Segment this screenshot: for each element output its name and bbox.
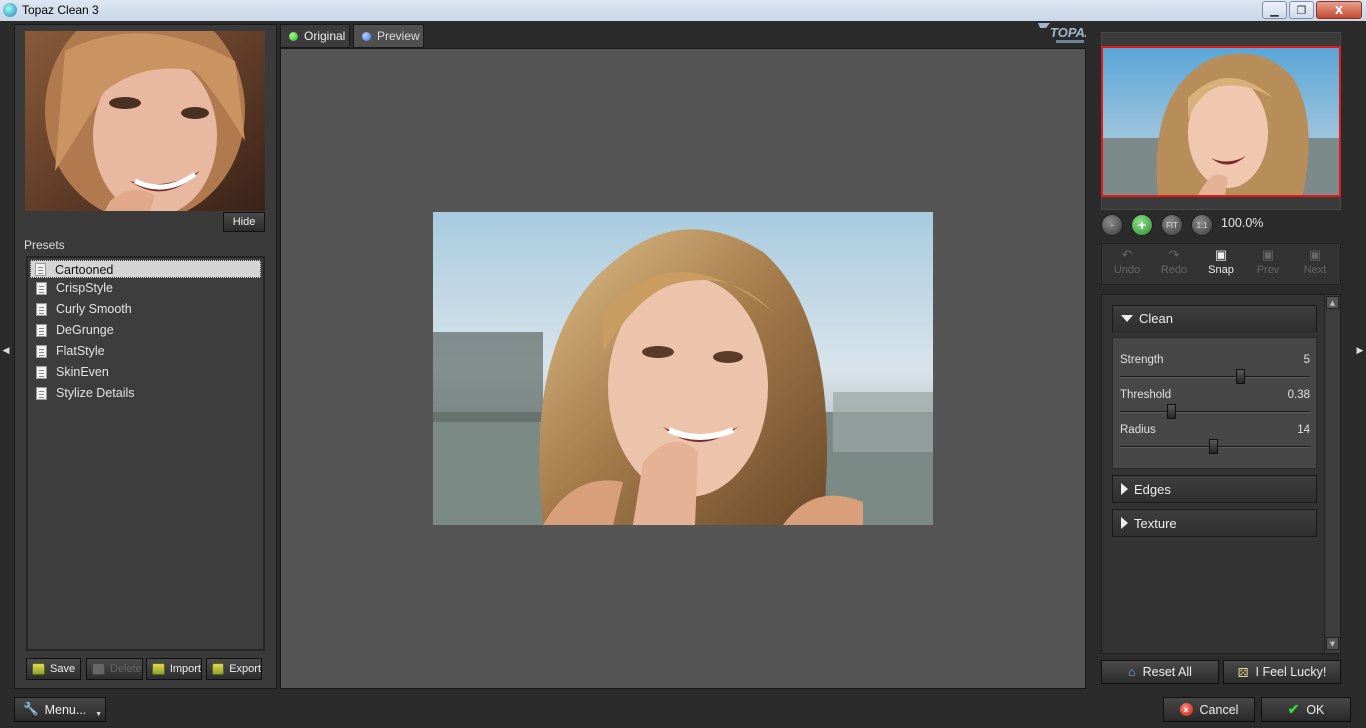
dice-icon: ⚄: [1237, 665, 1249, 680]
radius-slider[interactable]: Radius 14: [1120, 424, 1310, 459]
close-icon: X: [1334, 3, 1344, 17]
preset-item-curly-smooth[interactable]: Curly Smooth: [28, 299, 263, 320]
prev-snapshot-icon: ▣: [1261, 247, 1275, 262]
blue-dot-icon: [362, 31, 371, 41]
preview-image[interactable]: [433, 212, 933, 525]
document-icon: [35, 263, 46, 276]
zoom-actual-button[interactable]: 1:1: [1191, 214, 1213, 236]
right-panel: − + FIT 1:1 100.0% ↶ Undo ↷ Redo ▣ Snap ▣ Pr…: [1090, 24, 1352, 689]
document-icon: [36, 345, 47, 358]
preview-canvas[interactable]: [280, 48, 1086, 689]
export-icon: [212, 663, 225, 675]
save-preset-button[interactable]: Save: [26, 658, 81, 680]
preset-item-cartooned[interactable]: Cartooned: [30, 260, 261, 278]
menu-button[interactable]: 🔧 Menu... ▼: [14, 697, 106, 722]
undo-icon: ↶: [1121, 247, 1133, 262]
window-title: Topaz Clean 3: [22, 3, 99, 17]
redo-button[interactable]: ↷ Redo: [1151, 246, 1197, 284]
history-toolbar: ↶ Undo ↷ Redo ▣ Snap ▣ Prev ▣ Next: [1101, 243, 1341, 285]
next-button[interactable]: ▣ Next: [1292, 246, 1338, 284]
preset-item-skineven[interactable]: SkinEven: [28, 362, 263, 383]
collapse-left-icon[interactable]: ◀: [1, 346, 11, 358]
threshold-slider[interactable]: Threshold 0.38: [1120, 389, 1310, 424]
cancel-icon: ×: [1179, 703, 1193, 716]
preset-item-degrunge[interactable]: DeGrunge: [28, 320, 263, 341]
adjustments-scrollbar[interactable]: ▲ ▼: [1324, 295, 1340, 653]
redo-icon: ↷: [1168, 247, 1180, 262]
collapse-right-icon[interactable]: ▶: [1355, 346, 1365, 358]
wrench-icon: 🔧: [23, 702, 39, 716]
restore-icon[interactable]: ❐: [1289, 1, 1314, 19]
preset-item-stylize-details[interactable]: Stylize Details: [28, 383, 263, 404]
ok-button[interactable]: ✔ OK: [1261, 697, 1351, 722]
presets-heading: Presets: [24, 238, 65, 252]
delete-icon: [92, 663, 105, 675]
hide-button[interactable]: Hide: [223, 212, 265, 232]
topaz-logo: TOPAZ: [1036, 20, 1094, 46]
save-icon: [32, 663, 45, 675]
preset-item-crispstyle[interactable]: CrispStyle: [28, 278, 263, 299]
navigator-thumbnail[interactable]: [1101, 46, 1341, 197]
green-dot-icon: [289, 31, 298, 41]
expand-down-icon: [1121, 315, 1133, 322]
import-preset-button[interactable]: Import: [146, 658, 202, 680]
section-clean-body: Strength 5 Threshold 0.38 Radius 14: [1112, 337, 1317, 469]
tab-preview[interactable]: Preview: [353, 24, 424, 48]
snap-button[interactable]: ▣ Snap: [1198, 246, 1244, 284]
svg-text:TOPAZ: TOPAZ: [1050, 25, 1086, 40]
bottom-bar: [0, 691, 1366, 728]
camera-icon: ▣: [1214, 247, 1228, 262]
slider-knob[interactable]: [1167, 404, 1177, 419]
prev-button[interactable]: ▣ Prev: [1245, 246, 1291, 284]
delete-preset-button[interactable]: Delete: [86, 658, 143, 680]
document-icon: [36, 387, 47, 400]
next-snapshot-icon: ▣: [1308, 247, 1322, 262]
close-button[interactable]: X: [1316, 1, 1362, 19]
checkmark-icon: ✔: [1287, 701, 1300, 717]
scroll-down-icon[interactable]: ▼: [1326, 637, 1339, 650]
document-icon: [36, 324, 47, 337]
document-icon: [36, 303, 47, 316]
import-icon: [152, 663, 165, 675]
strength-slider[interactable]: Strength 5: [1120, 354, 1310, 389]
section-edges-header[interactable]: Edges: [1112, 475, 1317, 503]
section-clean-header[interactable]: Clean: [1112, 305, 1317, 333]
expand-right-icon: [1121, 483, 1128, 495]
export-preset-button[interactable]: Export: [206, 658, 262, 680]
slider-knob[interactable]: [1209, 439, 1219, 454]
scroll-up-icon[interactable]: ▲: [1326, 296, 1339, 309]
document-icon: [36, 366, 47, 379]
feel-lucky-button[interactable]: ⚄ I Feel Lucky!: [1223, 660, 1341, 684]
section-texture-header[interactable]: Texture: [1112, 509, 1317, 537]
undo-button[interactable]: ↶ Undo: [1104, 246, 1150, 284]
zoom-out-icon[interactable]: −: [1101, 214, 1123, 236]
zoom-fit-button[interactable]: FIT: [1161, 214, 1183, 236]
app-icon: [3, 3, 17, 17]
left-panel: Hide Presets Cartooned CrispStyle Curly …: [14, 24, 277, 689]
preset-thumbnail: [25, 31, 265, 211]
document-icon: [36, 282, 47, 295]
expand-right-icon: [1121, 517, 1128, 529]
dropdown-arrow-icon: ▼: [95, 711, 102, 718]
title-bar: Topaz Clean 3 ▁ ❐ X: [0, 0, 1366, 21]
slider-knob[interactable]: [1235, 369, 1245, 384]
adjustments-panel: Clean Strength 5 Threshold 0.38 Radius 1…: [1101, 294, 1341, 654]
preset-item-flatstyle[interactable]: FlatStyle: [28, 341, 263, 362]
zoom-in-icon[interactable]: +: [1131, 214, 1153, 236]
preset-list[interactable]: Cartooned CrispStyle Curly Smooth DeGrun…: [26, 256, 265, 651]
reset-icon: ⌂: [1128, 665, 1136, 679]
zoom-level: 100.0%: [1221, 216, 1264, 230]
reset-all-button[interactable]: ⌂ Reset All: [1101, 660, 1219, 684]
cancel-button[interactable]: × Cancel: [1163, 697, 1255, 722]
tab-original[interactable]: Original: [280, 24, 350, 48]
minimize-icon[interactable]: ▁: [1262, 1, 1287, 19]
